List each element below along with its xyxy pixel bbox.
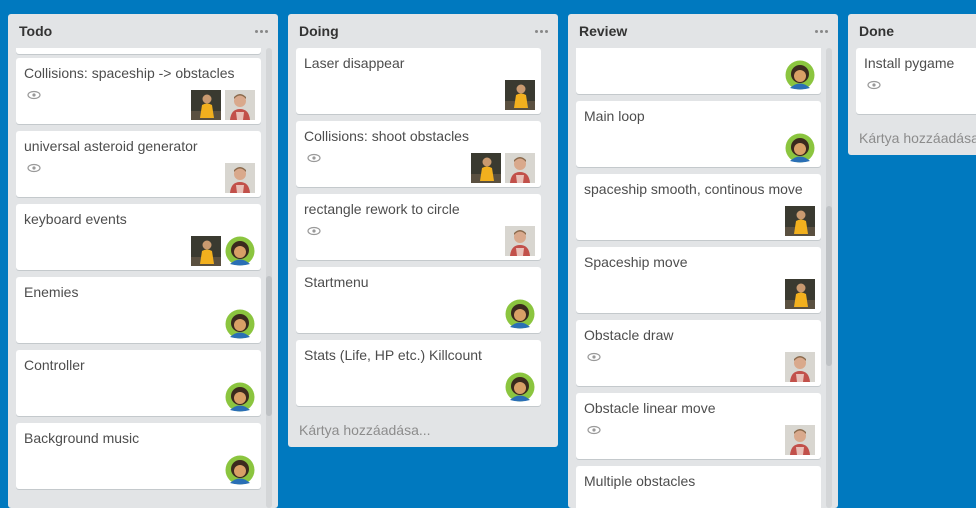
card-title: Controller [24, 357, 85, 373]
cartoon-avatar[interactable] [225, 455, 255, 485]
card-title: Collisions: spaceship -> obstacles [24, 65, 235, 81]
card[interactable]: universal asteroid generator [16, 131, 261, 197]
card-title: Background music [24, 430, 140, 446]
list-header: Todo [8, 14, 278, 48]
card-title: Enemies [24, 284, 79, 300]
list-doing: Doing Laser disappear Collisions: shoot … [288, 14, 558, 447]
card-title: keyboard events [24, 211, 127, 227]
list-title: Todo [19, 23, 53, 39]
list-header: Review [568, 14, 838, 48]
list-header: Done [848, 14, 976, 48]
photo-dark-avatar[interactable] [505, 80, 535, 110]
card-title: Obstacle draw [584, 327, 674, 343]
photo-dark-avatar[interactable] [785, 279, 815, 309]
cartoon-avatar[interactable] [505, 299, 535, 329]
card-title: Stats (Life, HP etc.) Killcount [304, 347, 482, 363]
photo-light-avatar[interactable] [785, 425, 815, 455]
photo-dark-avatar[interactable] [785, 206, 815, 236]
eye-icon [587, 352, 601, 362]
cartoon-avatar[interactable] [225, 236, 255, 266]
card[interactable]: Laser disappear [296, 48, 541, 114]
card[interactable]: Startmenu [296, 267, 541, 333]
photo-dark-avatar[interactable] [471, 153, 501, 183]
card-list: Laser disappear Collisions: shoot obstac… [288, 48, 558, 447]
photo-light-avatar[interactable] [225, 163, 255, 193]
card-title: Multiple obstacles [584, 473, 696, 489]
card[interactable]: Collisions: spaceship -> obstacles [16, 58, 261, 124]
cartoon-avatar[interactable] [505, 372, 535, 402]
card-list: Install pygame Kártya hozzáadása... [848, 48, 976, 155]
photo-light-avatar[interactable] [785, 352, 815, 382]
card-partial[interactable] [576, 48, 821, 94]
list-title: Review [579, 23, 628, 39]
list-todo: Todo Collisions: spaceship -> obstacles … [8, 14, 278, 508]
list-title: Done [859, 23, 894, 39]
card-title: Collisions: shoot obstacles [304, 128, 469, 144]
list-header: Doing [288, 14, 558, 48]
card[interactable]: Obstacle draw [576, 320, 821, 386]
card[interactable]: Background music [16, 423, 261, 489]
list-title: Doing [299, 23, 339, 39]
list-review: Review Main loop spaceship smooth, conti… [568, 14, 838, 508]
scrollbar-thumb[interactable] [826, 206, 832, 366]
cartoon-avatar[interactable] [785, 60, 815, 90]
scrollbar[interactable] [826, 48, 832, 508]
eye-icon [27, 90, 41, 100]
eye-icon [867, 80, 881, 90]
photo-light-avatar[interactable] [505, 226, 535, 256]
eye-icon [587, 425, 601, 435]
card[interactable]: Enemies [16, 277, 261, 343]
card[interactable]: Multiple obstacles [576, 466, 821, 508]
photo-light-avatar[interactable] [225, 90, 255, 120]
card-title: Laser disappear [304, 55, 405, 71]
cartoon-avatar[interactable] [225, 309, 255, 339]
list-done: Done Install pygame Kártya hozzáadása... [848, 14, 976, 155]
card-title: Startmenu [304, 274, 369, 290]
card-title: rectangle rework to circle [304, 201, 460, 217]
photo-dark-avatar[interactable] [191, 90, 221, 120]
card-list: Main loop spaceship smooth, continous mo… [568, 48, 838, 508]
add-card-link[interactable]: Kártya hozzáadása... [859, 130, 976, 146]
card[interactable]: Obstacle linear move [576, 393, 821, 459]
card-partial[interactable] [16, 48, 261, 54]
ellipsis-icon[interactable] [254, 21, 270, 37]
card[interactable]: rectangle rework to circle [296, 194, 541, 260]
card-title: universal asteroid generator [24, 138, 198, 154]
eye-icon [27, 163, 41, 173]
card[interactable]: Controller [16, 350, 261, 416]
scrollbar-thumb[interactable] [266, 276, 272, 416]
photo-light-avatar[interactable] [505, 153, 535, 183]
add-card-link[interactable]: Kártya hozzáadása... [299, 422, 431, 438]
card-title: Obstacle linear move [584, 400, 716, 416]
cartoon-avatar[interactable] [225, 382, 255, 412]
card[interactable]: Stats (Life, HP etc.) Killcount [296, 340, 541, 406]
card[interactable]: Main loop [576, 101, 821, 167]
card[interactable]: Spaceship move [576, 247, 821, 313]
card-title: Spaceship move [584, 254, 688, 270]
scrollbar[interactable] [266, 48, 272, 508]
card[interactable]: spaceship smooth, continous move [576, 174, 821, 240]
card-title: Install pygame [864, 55, 955, 71]
ellipsis-icon[interactable] [534, 21, 550, 37]
cartoon-avatar[interactable] [785, 133, 815, 163]
card[interactable]: Install pygame [856, 48, 976, 114]
card-title: spaceship smooth, continous move [584, 181, 803, 197]
eye-icon [307, 153, 321, 163]
card-list: Collisions: spaceship -> obstacles unive… [8, 48, 278, 508]
eye-icon [307, 226, 321, 236]
ellipsis-icon[interactable] [814, 21, 830, 37]
card[interactable]: Collisions: shoot obstacles [296, 121, 541, 187]
photo-dark-avatar[interactable] [191, 236, 221, 266]
card-title: Main loop [584, 108, 645, 124]
card[interactable]: keyboard events [16, 204, 261, 270]
